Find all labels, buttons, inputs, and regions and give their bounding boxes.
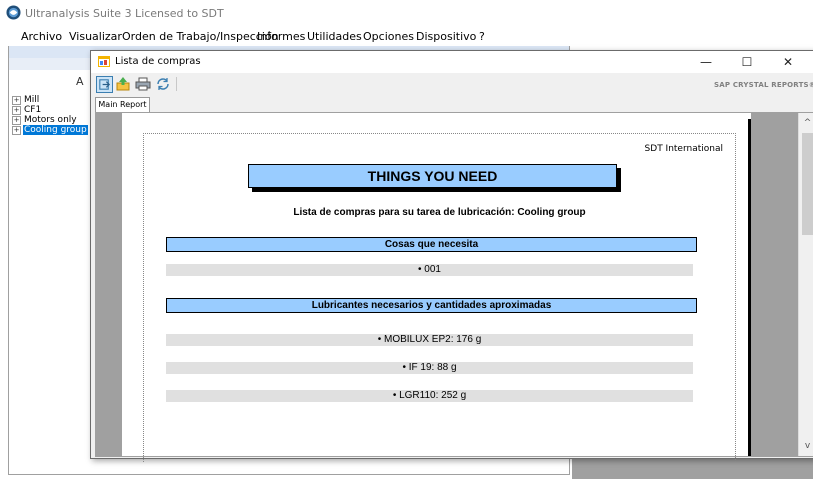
report-window-icon	[98, 56, 110, 67]
tab-main-report[interactable]: Main Report	[95, 97, 150, 112]
menu-help[interactable]: ?	[479, 30, 485, 43]
minimize-button[interactable]: —	[691, 53, 721, 71]
maximize-button[interactable]: ☐	[732, 53, 762, 71]
vertical-scrollbar[interactable]: ^ v	[798, 113, 813, 456]
app-titlebar: Ultranalysis Suite 3 Licensed to SDT	[0, 0, 813, 28]
list-item: • MOBILUX EP2: 176 g	[166, 334, 693, 346]
report-subtitle: Lista de compras para su tarea de lubric…	[293, 207, 586, 218]
close-button[interactable]: ✕	[773, 53, 803, 71]
report-banner: THINGS YOU NEED	[248, 164, 617, 188]
report-page: SDT International THINGS YOU NEED Lista …	[122, 119, 748, 462]
equipment-tree: + Mill + CF1 + Motors only + Cooling group	[12, 95, 88, 135]
list-item: • IF 19: 88 g	[166, 362, 693, 374]
menu-dispositivo[interactable]: Dispositivo	[416, 30, 476, 43]
tree-item-label: CF1	[24, 105, 42, 115]
panel-partial-label: A	[76, 75, 84, 88]
scrollbar-thumb[interactable]	[802, 133, 813, 235]
tree-item-cooling-group[interactable]: + Cooling group	[12, 125, 88, 135]
refresh-icon[interactable]	[155, 76, 171, 92]
expand-icon[interactable]: +	[12, 105, 21, 115]
menu-orden-trabajo[interactable]: Orden de Trabajo/Inspección	[122, 30, 279, 43]
dialog-titlebar[interactable]: Lista de compras — ☐ ✕	[91, 51, 813, 73]
upload-icon[interactable]	[115, 76, 131, 92]
expand-icon[interactable]: +	[12, 95, 21, 105]
tree-item-label: Cooling group	[23, 125, 88, 135]
list-item: • LGR110: 252 g	[166, 390, 693, 402]
tree-item-cf1[interactable]: + CF1	[12, 105, 88, 115]
menubar: Archivo Visualizar Orden de Trabajo/Insp…	[0, 28, 813, 46]
list-item: • 001	[166, 264, 693, 276]
menu-visualizar[interactable]: Visualizar	[69, 30, 122, 43]
tree-item-mill[interactable]: + Mill	[12, 95, 88, 105]
app-logo-icon	[6, 5, 21, 20]
scroll-down-icon[interactable]: v	[799, 438, 813, 454]
tree-item-label: Mill	[24, 95, 40, 105]
company-name: SDT International	[644, 144, 723, 154]
toolbar-separator	[176, 77, 177, 91]
menu-utilidades[interactable]: Utilidades	[307, 30, 362, 43]
dialog-title: Lista de compras	[115, 56, 201, 67]
sap-crystal-reports-brand: SAP CRYSTAL REPORTS®	[714, 81, 813, 89]
scroll-up-icon[interactable]: ^	[799, 115, 813, 131]
expand-icon[interactable]: +	[12, 125, 21, 135]
viewer-margin-left	[96, 113, 122, 456]
report-frame: SDT International THINGS YOU NEED Lista …	[143, 133, 736, 462]
menu-archivo[interactable]: Archivo	[21, 30, 62, 43]
tree-item-motors-only[interactable]: + Motors only	[12, 115, 88, 125]
print-icon[interactable]	[135, 76, 151, 92]
menu-opciones[interactable]: Opciones	[363, 30, 414, 43]
app-title: Ultranalysis Suite 3 Licensed to SDT	[25, 7, 224, 20]
report-toolbar: SAP CRYSTAL REPORTS®	[91, 73, 813, 95]
shopping-list-dialog: Lista de compras — ☐ ✕ SAP CRYSTAL REPOR…	[90, 50, 813, 462]
export-icon[interactable]	[96, 76, 113, 93]
menu-informes[interactable]: Informes	[257, 30, 305, 43]
section-header-lubricants: Lubricantes necesarios y cantidades apro…	[166, 298, 697, 313]
tree-item-label: Motors only	[24, 115, 77, 125]
viewer-margin-right	[751, 113, 798, 456]
report-viewer: SDT International THINGS YOU NEED Lista …	[95, 112, 813, 462]
expand-icon[interactable]: +	[12, 115, 21, 125]
section-header-things: Cosas que necesita	[166, 237, 697, 252]
